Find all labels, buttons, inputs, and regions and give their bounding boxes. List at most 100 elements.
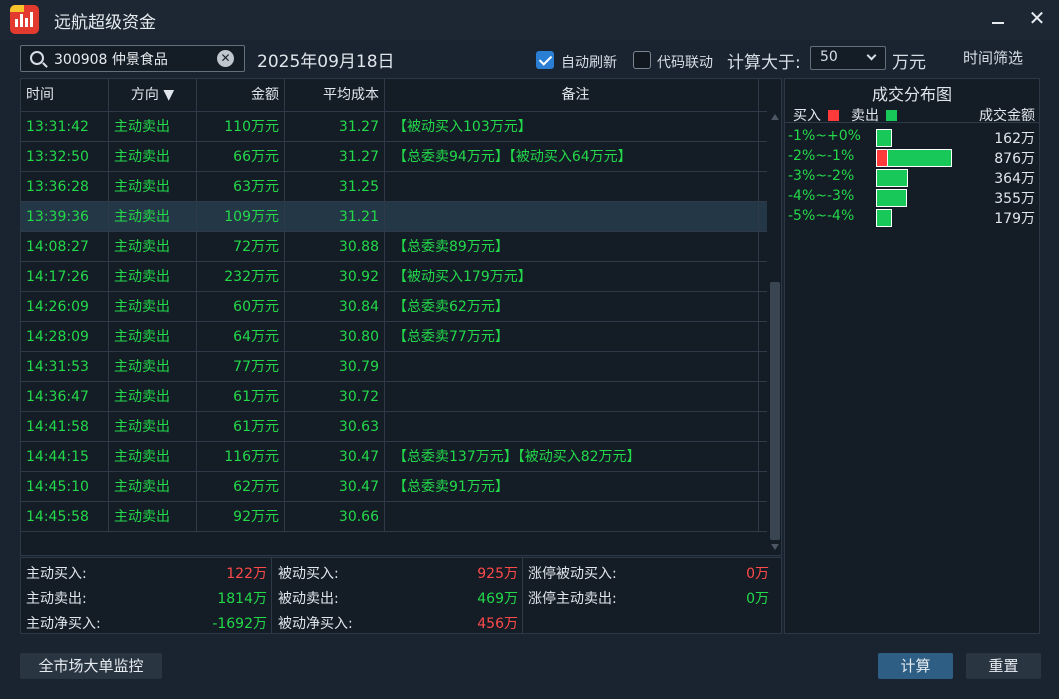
cell-avg-cost: 30.47 — [338, 479, 379, 495]
distribution-amount: 364万 — [994, 171, 1035, 187]
cell-avg-cost: 31.27 — [338, 119, 379, 135]
scroll-thumb[interactable] — [770, 282, 780, 540]
cell-direction: 主动卖出 — [114, 359, 170, 375]
table-row[interactable]: 14:41:58 主动卖出 61万元 30.63 — [21, 412, 767, 442]
legend-buy-label: 买入 — [793, 108, 821, 124]
amount-threshold-value: 50 — [820, 49, 838, 65]
passive-buy-label: 被动买入: — [278, 566, 339, 582]
cell-avg-cost: 30.84 — [338, 299, 379, 315]
cell-avg-cost: 30.79 — [338, 359, 379, 375]
header-direction[interactable]: 方向 ▼ — [109, 79, 196, 112]
table-scrollbar[interactable] — [769, 112, 781, 554]
distribution-amount: 355万 — [994, 191, 1035, 207]
trade-distribution-panel: 成交分布图 买入 卖出 成交金额 -1%~+0% 162万 -2%~-1% 876万 -… — [784, 78, 1040, 634]
active-net-value: -1692万 — [212, 616, 267, 632]
scroll-up-icon[interactable] — [771, 114, 779, 120]
table-row[interactable]: 13:31:42 主动卖出 110万元 31.27 【被动买入103万元】 — [21, 112, 767, 142]
clear-icon[interactable]: ✕ — [217, 50, 234, 67]
column-divider — [284, 79, 285, 531]
search-box[interactable]: ✕ — [20, 45, 245, 72]
passive-buy-value: 925万 — [477, 566, 518, 582]
code-link-checkbox[interactable] — [633, 51, 651, 69]
distribution-row: -3%~-2% 364万 — [785, 168, 1039, 188]
header-amount[interactable]: 金额 — [196, 79, 279, 112]
cell-avg-cost: 30.92 — [338, 269, 379, 285]
cell-note: 【总委卖91万元】 — [393, 479, 509, 495]
cell-note: 【总委卖77万元】 — [393, 329, 509, 345]
header-note[interactable]: 备注 — [384, 79, 767, 112]
cell-direction: 主动卖出 — [114, 299, 170, 315]
table-row-empty — [21, 532, 767, 555]
auto-refresh-checkbox[interactable] — [536, 51, 554, 69]
cell-time: 13:31:42 — [26, 119, 89, 135]
table-row[interactable]: 13:39:36 主动卖出 109万元 31.21 — [21, 202, 767, 232]
table-row[interactable]: 14:36:47 主动卖出 61万元 30.72 — [21, 382, 767, 412]
search-input[interactable] — [54, 48, 214, 70]
limit-passive-buy-label: 涨停被动买入: — [528, 566, 617, 582]
cell-amount: 62万元 — [233, 479, 279, 495]
column-divider — [384, 79, 385, 531]
cell-time: 13:39:36 — [26, 209, 89, 225]
table-row[interactable]: 14:45:10 主动卖出 62万元 30.47 【总委卖91万元】 — [21, 472, 767, 502]
scroll-down-icon[interactable] — [771, 544, 779, 550]
market-monitor-button[interactable]: 全市场大单监控 — [20, 653, 162, 679]
table-row[interactable]: 14:17:26 主动卖出 232万元 30.92 【被动买入179万元】 — [21, 262, 767, 292]
table-row[interactable]: 14:08:27 主动卖出 72万元 30.88 【总委卖89万元】 — [21, 232, 767, 262]
table-row[interactable]: 14:31:53 主动卖出 77万元 30.79 — [21, 352, 767, 382]
distribution-row: -4%~-3% 355万 — [785, 188, 1039, 208]
chevron-down-icon — [866, 50, 877, 61]
header-avg-cost[interactable]: 平均成本 — [284, 79, 379, 112]
reset-button[interactable]: 重置 — [966, 653, 1041, 679]
cell-amount: 72万元 — [233, 239, 279, 255]
active-net-label: 主动净买入: — [26, 616, 101, 632]
cell-note — [393, 502, 763, 532]
cell-amount: 60万元 — [233, 299, 279, 315]
search-icon — [30, 51, 44, 65]
header-time[interactable]: 时间 — [26, 79, 108, 112]
calc-button[interactable]: 计算 — [878, 653, 953, 679]
table-row[interactable]: 13:32:50 主动卖出 66万元 31.27 【总委卖94万元】【被动买入64万元】 — [21, 142, 767, 172]
table-row[interactable]: 14:44:15 主动卖出 116万元 30.47 【总委卖137万元】【被动买入82万… — [21, 442, 767, 472]
cell-note: 【被动买入179万元】 — [393, 269, 532, 285]
passive-net-value: 456万 — [477, 616, 518, 632]
column-divider — [758, 79, 759, 531]
distribution-range: -4%~-3% — [788, 188, 855, 204]
summary-divider — [522, 558, 523, 633]
cell-avg-cost: 31.27 — [338, 149, 379, 165]
time-filter-button[interactable]: 时间筛选 — [950, 45, 1036, 71]
distribution-range: -3%~-2% — [788, 168, 855, 184]
active-buy-value: 122万 — [226, 566, 267, 582]
cell-note — [393, 352, 763, 382]
cell-amount: 63万元 — [233, 179, 279, 195]
table-row[interactable]: 13:36:28 主动卖出 63万元 31.25 — [21, 172, 767, 202]
table-row[interactable]: 14:28:09 主动卖出 64万元 30.80 【总委卖77万元】 — [21, 322, 767, 352]
cell-amount: 61万元 — [233, 389, 279, 405]
close-button[interactable]: ✕ — [1024, 5, 1050, 31]
cell-direction: 主动卖出 — [114, 149, 170, 165]
amount-threshold-select[interactable]: 50 — [810, 46, 886, 70]
table-row[interactable]: 14:26:09 主动卖出 60万元 30.84 【总委卖62万元】 — [21, 292, 767, 322]
cell-direction: 主动卖出 — [114, 479, 170, 495]
code-link-label[interactable]: 代码联动 — [657, 52, 713, 72]
distribution-amount: 162万 — [994, 131, 1035, 147]
cell-time: 14:26:09 — [26, 299, 89, 315]
distribution-header: 买入 卖出 成交金额 — [785, 101, 1039, 124]
table-row[interactable]: 14:45:58 主动卖出 92万元 30.66 — [21, 502, 767, 532]
auto-refresh-label[interactable]: 自动刷新 — [561, 52, 617, 72]
active-buy-label: 主动买入: — [26, 566, 87, 582]
unit-label: 万元 — [892, 53, 926, 73]
minimize-button[interactable] — [987, 8, 1009, 30]
column-divider — [196, 79, 197, 531]
cell-time: 13:32:50 — [26, 149, 89, 165]
distribution-range: -2%~-1% — [788, 148, 855, 164]
cell-avg-cost: 30.47 — [338, 449, 379, 465]
cell-avg-cost: 30.63 — [338, 419, 379, 435]
distribution-range: -5%~-4% — [788, 208, 855, 224]
calc-threshold-label: 计算大于: — [727, 53, 801, 73]
cell-direction: 主动卖出 — [114, 509, 170, 525]
cell-direction: 主动卖出 — [114, 449, 170, 465]
distribution-range: -1%~+0% — [788, 128, 861, 144]
passive-sell-value: 469万 — [477, 591, 518, 607]
legend-buy-swatch — [828, 110, 839, 121]
app-logo — [10, 5, 39, 34]
